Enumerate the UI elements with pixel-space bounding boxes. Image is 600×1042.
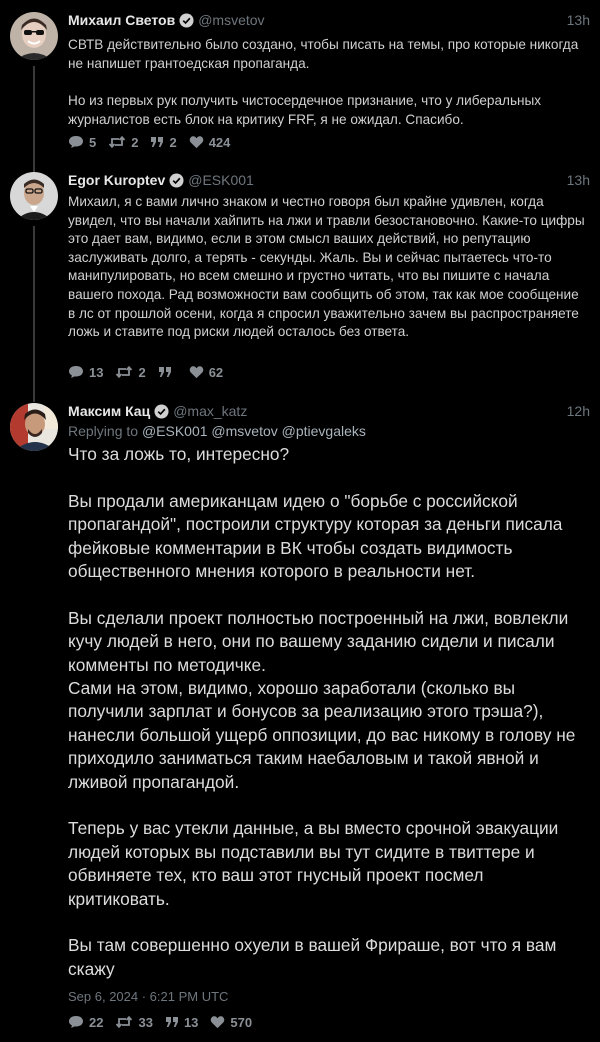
tweet-header: Михаил Светов @msvetov 13h <box>68 12 590 32</box>
retweet-button[interactable]: 2 <box>108 135 138 150</box>
avatar-max-katz[interactable] <box>10 403 58 451</box>
replying-to-mentions[interactable]: @ESK001 @msvetov @ptievgaleks <box>142 423 366 439</box>
like-count: 62 <box>208 364 224 380</box>
tweet-header: Egor Kuroptev @ESK001 13h <box>68 172 590 192</box>
tweet-paragraph: Вы там совершенно охуели в вашей Фрираше… <box>68 935 557 979</box>
retweet-button[interactable]: 33 <box>115 1014 153 1030</box>
tweet-text: Михаил, я с вами лично знаком и честно г… <box>68 193 586 342</box>
comment-icon <box>69 366 83 378</box>
tweet-paragraph: СВТВ действительно было создано, чтобы п… <box>68 37 579 71</box>
heart-icon <box>189 136 203 149</box>
replying-to: Replying to @ESK001 @msvetov @ptievgalek… <box>68 423 366 439</box>
tweet-paragraph: Вы продали американцам идею о "борьбе с … <box>68 490 563 582</box>
retweet-icon <box>116 1015 133 1029</box>
quote-button[interactable]: 2 <box>150 134 177 150</box>
tweet-actions: 5 2 2 424 <box>68 134 242 150</box>
author-handle[interactable]: @msvetov <box>198 12 264 28</box>
author-handle[interactable]: @max_katz <box>173 403 247 419</box>
tweet-header: Максим Кац @max_katz 12h <box>68 403 590 423</box>
verified-badge-icon <box>179 13 194 31</box>
tweet-paragraph: Михаил, я с вами лично знаком и честно г… <box>68 194 585 340</box>
author-name[interactable]: Максим Кац <box>68 403 150 419</box>
author-name[interactable]: Egor Kuroptev <box>68 172 165 188</box>
tweet-text: Что за ложь то, интересно? Вы продали ам… <box>68 443 586 981</box>
retweet-count: 2 <box>138 364 146 380</box>
comment-icon <box>69 1016 83 1028</box>
verified-badge-icon <box>169 173 184 191</box>
retweet-count: 2 <box>131 134 139 150</box>
thread-line <box>33 226 35 402</box>
quote-count: 2 <box>169 134 177 150</box>
reply-count: 5 <box>89 134 97 150</box>
retweet-button[interactable]: 2 <box>115 364 146 380</box>
tweet-time[interactable]: 12h <box>567 403 590 419</box>
heart-icon <box>189 366 203 379</box>
tweet-time[interactable]: 13h <box>567 12 590 28</box>
author-handle[interactable]: @ESK001 <box>188 172 254 188</box>
like-button[interactable]: 62 <box>189 365 223 380</box>
reply-button[interactable]: 5 <box>68 135 96 150</box>
quote-count: 13 <box>183 1014 199 1030</box>
quote-button[interactable] <box>158 366 177 378</box>
like-count: 424 <box>208 134 231 150</box>
replying-to-label: Replying to <box>68 423 139 439</box>
tweet-paragraph: Что за ложь то, интересно? <box>68 444 290 464</box>
reply-button[interactable]: 22 <box>68 1015 103 1030</box>
reply-count: 13 <box>89 364 104 380</box>
quote-button[interactable]: 13 <box>165 1015 198 1030</box>
comment-icon <box>69 136 83 148</box>
tweet-timestamp[interactable]: Sep 6, 2024 · 6:21 PM UTC <box>68 989 228 1004</box>
verified-badge-icon <box>154 404 169 422</box>
like-button[interactable]: 570 <box>210 1015 252 1030</box>
like-count: 570 <box>230 1014 253 1030</box>
quote-icon <box>165 1017 178 1027</box>
retweet-count: 33 <box>138 1014 153 1030</box>
tweet-paragraph: Теперь у вас утекли данные, а вы вместо … <box>68 818 559 909</box>
author-name[interactable]: Михаил Светов <box>68 12 175 28</box>
reply-button[interactable]: 13 <box>68 365 103 380</box>
tweet-text: СВТВ действительно было создано, чтобы п… <box>68 36 586 129</box>
retweet-icon <box>116 365 133 379</box>
reply-count: 22 <box>89 1014 104 1030</box>
tweet-paragraph: Но из первых рук получить чистосердечное… <box>68 93 542 127</box>
avatar-msvetov[interactable] <box>10 12 58 60</box>
tweet-time[interactable]: 13h <box>567 172 590 188</box>
avatar-esk001[interactable] <box>10 172 58 220</box>
quote-icon <box>151 137 164 147</box>
tweet-paragraph: Вы сделали проект полностью построенный … <box>68 607 576 792</box>
tweet-actions: 13 2 62 <box>68 364 235 380</box>
quote-icon <box>158 367 171 377</box>
tweet-actions: 22 33 13 570 <box>68 1014 264 1030</box>
like-button[interactable]: 424 <box>189 134 231 150</box>
heart-icon <box>211 1016 225 1029</box>
thread-line <box>33 66 35 186</box>
retweet-icon <box>109 135 126 149</box>
